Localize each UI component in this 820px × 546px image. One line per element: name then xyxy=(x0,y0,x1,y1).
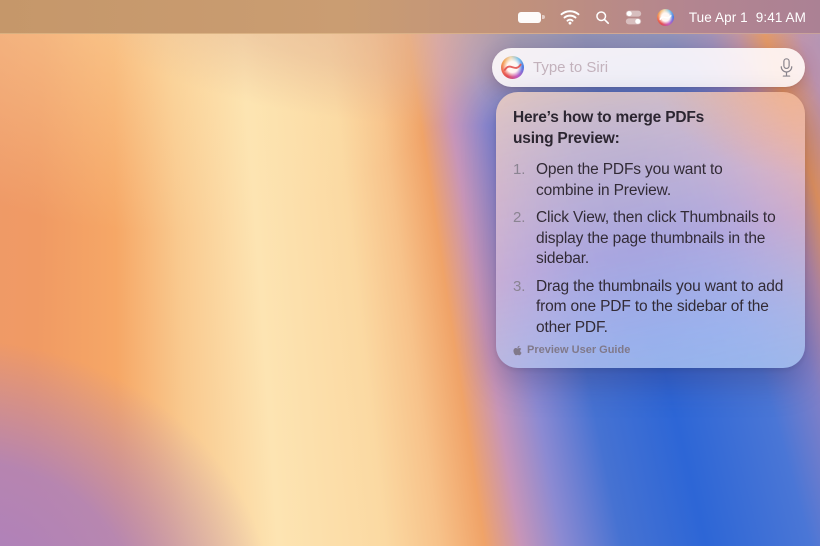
control-center-icon[interactable] xyxy=(625,10,642,25)
siri-text-input[interactable] xyxy=(533,59,769,76)
step-text: Open the PDFs you want to combine in Pre… xyxy=(536,160,751,201)
instruction-step: 3.Drag the thumbnails you want to add fr… xyxy=(513,277,789,339)
menu-bar-time: 9:41 AM xyxy=(756,10,806,25)
step-text: Click View, then click Thumbnails to dis… xyxy=(536,208,789,270)
instruction-list: 1.Open the PDFs you want to combine in P… xyxy=(513,160,789,338)
desktop: Tue Apr 1 9:41 AM Here’s how to merge PD… xyxy=(0,0,820,546)
menu-bar: Tue Apr 1 9:41 AM xyxy=(0,0,820,34)
battery-level xyxy=(518,12,541,23)
siri-orb-icon xyxy=(501,56,524,79)
spotlight-search-icon[interactable] xyxy=(595,10,610,25)
apple-logo-icon xyxy=(513,345,522,356)
response-title: Here’s how to merge PDFs using Preview: xyxy=(513,108,725,149)
step-number: 3. xyxy=(513,277,530,339)
microphone-icon[interactable] xyxy=(778,57,795,79)
siri-input[interactable] xyxy=(492,48,805,87)
step-text: Drag the thumbnails you want to add from… xyxy=(536,277,784,339)
instruction-step: 2.Click View, then click Thumbnails to d… xyxy=(513,208,789,270)
siri-menu-icon[interactable] xyxy=(657,9,674,26)
siri-response-card: Here’s how to merge PDFs using Preview: … xyxy=(496,92,805,368)
menu-bar-clock[interactable]: Tue Apr 1 9:41 AM xyxy=(689,10,806,25)
source-link[interactable]: Preview User Guide xyxy=(513,344,630,356)
menu-bar-date: Tue Apr 1 xyxy=(689,10,748,25)
instruction-step: 1.Open the PDFs you want to combine in P… xyxy=(513,160,789,201)
battery-icon[interactable] xyxy=(518,12,545,23)
step-number: 1. xyxy=(513,160,530,201)
wifi-icon[interactable] xyxy=(560,9,580,25)
source-label: Preview User Guide xyxy=(527,344,630,356)
battery-nub xyxy=(542,15,545,20)
step-number: 2. xyxy=(513,208,530,270)
